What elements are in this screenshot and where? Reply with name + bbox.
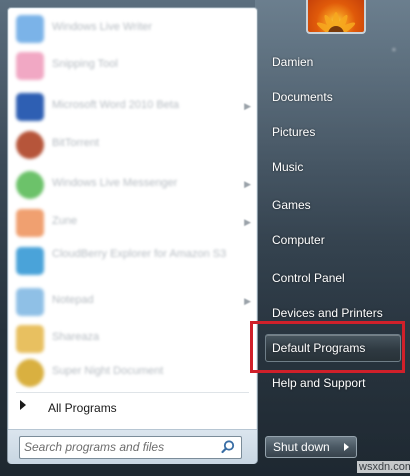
search-input[interactable] [24,439,214,455]
program-label: BitTorrent [52,137,100,149]
program-item[interactable]: CloudBerry Explorer for Amazon S3 [10,244,255,278]
program-label: Snipping Tool [52,58,118,70]
all-programs-label: All Programs [48,401,117,415]
program-label: Windows Live Messenger [52,177,178,189]
program-item[interactable]: Windows Live Messenger ▶ [10,168,255,202]
arrow-right-icon [344,443,349,451]
search-icon[interactable] [220,439,236,455]
user-picture[interactable] [306,0,366,34]
program-item[interactable]: Notepad ▶ [10,285,255,319]
program-icon [16,52,44,80]
program-icon [16,209,44,237]
submenu-arrow-icon[interactable]: ▶ [244,179,251,190]
program-icon [16,359,44,387]
right-link-computer[interactable]: Computer [264,227,402,253]
divider [16,392,249,393]
program-icon [16,325,44,353]
program-label: Shareaza [52,331,100,343]
program-label: Windows Live Writer [52,21,153,33]
flower-icon [316,12,356,32]
right-link-label: Computer [272,233,325,247]
all-programs-button[interactable]: All Programs [10,396,255,420]
program-icon [16,15,44,43]
right-link-label: Devices and Printers [272,306,383,320]
right-link-label: Games [272,198,311,212]
shut-down-button[interactable]: Shut down [265,436,339,458]
right-link-damien[interactable]: Damien [264,49,402,75]
submenu-arrow-icon[interactable]: ▶ [244,101,251,112]
right-link-help-and-support[interactable]: Help and Support [264,370,402,396]
submenu-arrow-icon[interactable]: ▶ [244,296,251,307]
programs-panel: Windows Live Writer Snipping Tool Micros… [7,7,258,464]
right-link-documents[interactable]: Documents [264,84,402,110]
program-icon [16,171,44,199]
program-label: Notepad [52,294,94,306]
program-label: CloudBerry Explorer for Amazon S3 [52,248,227,260]
program-item[interactable]: BitTorrent [10,128,255,162]
right-link-label: Documents [272,90,333,104]
program-label: Zune [52,215,78,227]
program-icon [16,93,44,121]
program-item[interactable]: Windows Live Writer [10,12,255,46]
right-link-label: Help and Support [272,376,366,390]
right-link-music[interactable]: Music [264,154,402,180]
search-box[interactable] [19,436,242,459]
search-area [8,429,257,464]
shut-down-options-button[interactable] [338,436,357,458]
program-item[interactable]: Snipping Tool [10,49,255,83]
right-link-control-panel[interactable]: Control Panel [264,265,402,291]
right-link-label: Music [272,160,304,174]
right-link-label: Control Panel [272,271,345,285]
program-item[interactable]: Microsoft Word 2010 Beta ▶ [10,90,255,124]
program-item[interactable]: Shareaza [10,322,255,356]
program-item[interactable]: Super Night Document [10,356,255,390]
right-link-label: Pictures [272,125,316,139]
program-icon [16,131,44,159]
program-icon [16,247,44,275]
submenu-arrow-icon[interactable]: ▶ [244,217,251,228]
watermark: wsxdn.com [357,461,410,473]
annotation-highlight-box [250,321,405,373]
program-label: Microsoft Word 2010 Beta [52,99,179,111]
right-link-games[interactable]: Games [264,192,402,218]
program-item[interactable]: Zune ▶ [10,206,255,240]
right-link-pictures[interactable]: Pictures [264,119,402,145]
pinned-programs-list: Windows Live Writer Snipping Tool Micros… [8,8,257,390]
program-label: Super Night Document [52,365,164,377]
right-arrow-icon [20,400,26,410]
program-icon [16,288,44,316]
right-link-label: Damien [272,55,314,69]
shut-down-label: Shut down [273,440,330,454]
